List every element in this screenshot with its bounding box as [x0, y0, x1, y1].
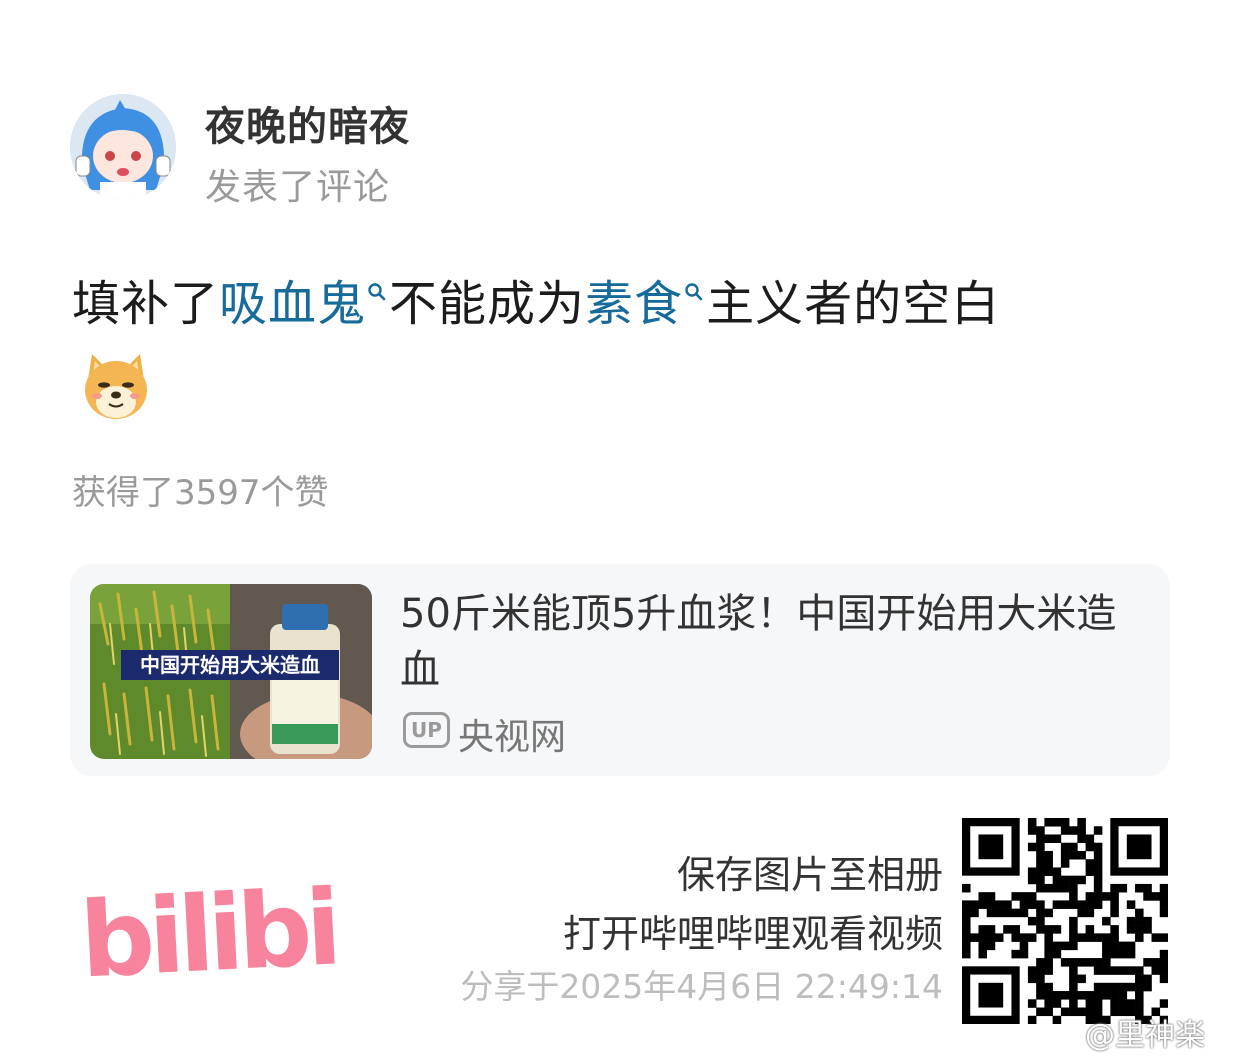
like-count: 获得了3597个赞 [72, 473, 329, 513]
save-to-album-text: 保存图片至相册 [676, 853, 943, 897]
search-link-vegetarian-label: 素食 [585, 276, 684, 332]
comment-text: 填补了吸血鬼 不能成为素食 主义者的空白 [72, 264, 1000, 334]
search-icon [685, 283, 703, 301]
comment-action-text: 发表了评论 [205, 167, 391, 208]
weibo-watermark: @里神楽 [1085, 1018, 1205, 1053]
search-link-vampire[interactable]: 吸血鬼 [219, 276, 389, 332]
bilibili-logo-text: bilibili [78, 863, 340, 990]
video-thumbnail-caption: 中国开始用大米造血 [121, 650, 339, 680]
comment-text-part1: 填补了 [72, 276, 220, 332]
comment-text-part3: 主义者的空白 [706, 276, 1001, 332]
search-link-vampire-label: 吸血鬼 [219, 276, 367, 332]
search-link-vegetarian[interactable]: 素食 [585, 276, 706, 332]
open-app-text: 打开哔哩哔哩观看视频 [562, 912, 943, 956]
search-icon [368, 283, 386, 301]
video-card[interactable]: 中国开始用大米造血 50斤米能顶5升血浆！中国开始用大米造血 UP 央视网 [70, 564, 1170, 776]
doge-emoji-icon [85, 354, 147, 419]
comment-text-part2: 不能成为 [389, 276, 586, 332]
avatar-image [70, 94, 176, 200]
username[interactable]: 夜晚的暗夜 [205, 94, 410, 152]
user-avatar[interactable] [70, 94, 176, 200]
bilibili-logo: bilibili [78, 863, 340, 990]
up-badge-icon: UP [403, 712, 450, 748]
video-channel-name[interactable]: 央视网 [458, 708, 566, 760]
qr-code[interactable] [962, 818, 1168, 1024]
video-title[interactable]: 50斤米能顶5升血浆！中国开始用大米造血 [400, 586, 1155, 698]
share-timestamp: 分享于2025年4月6日 22:49:14 [460, 967, 943, 1006]
video-thumbnail[interactable]: 中国开始用大米造血 [90, 584, 372, 759]
